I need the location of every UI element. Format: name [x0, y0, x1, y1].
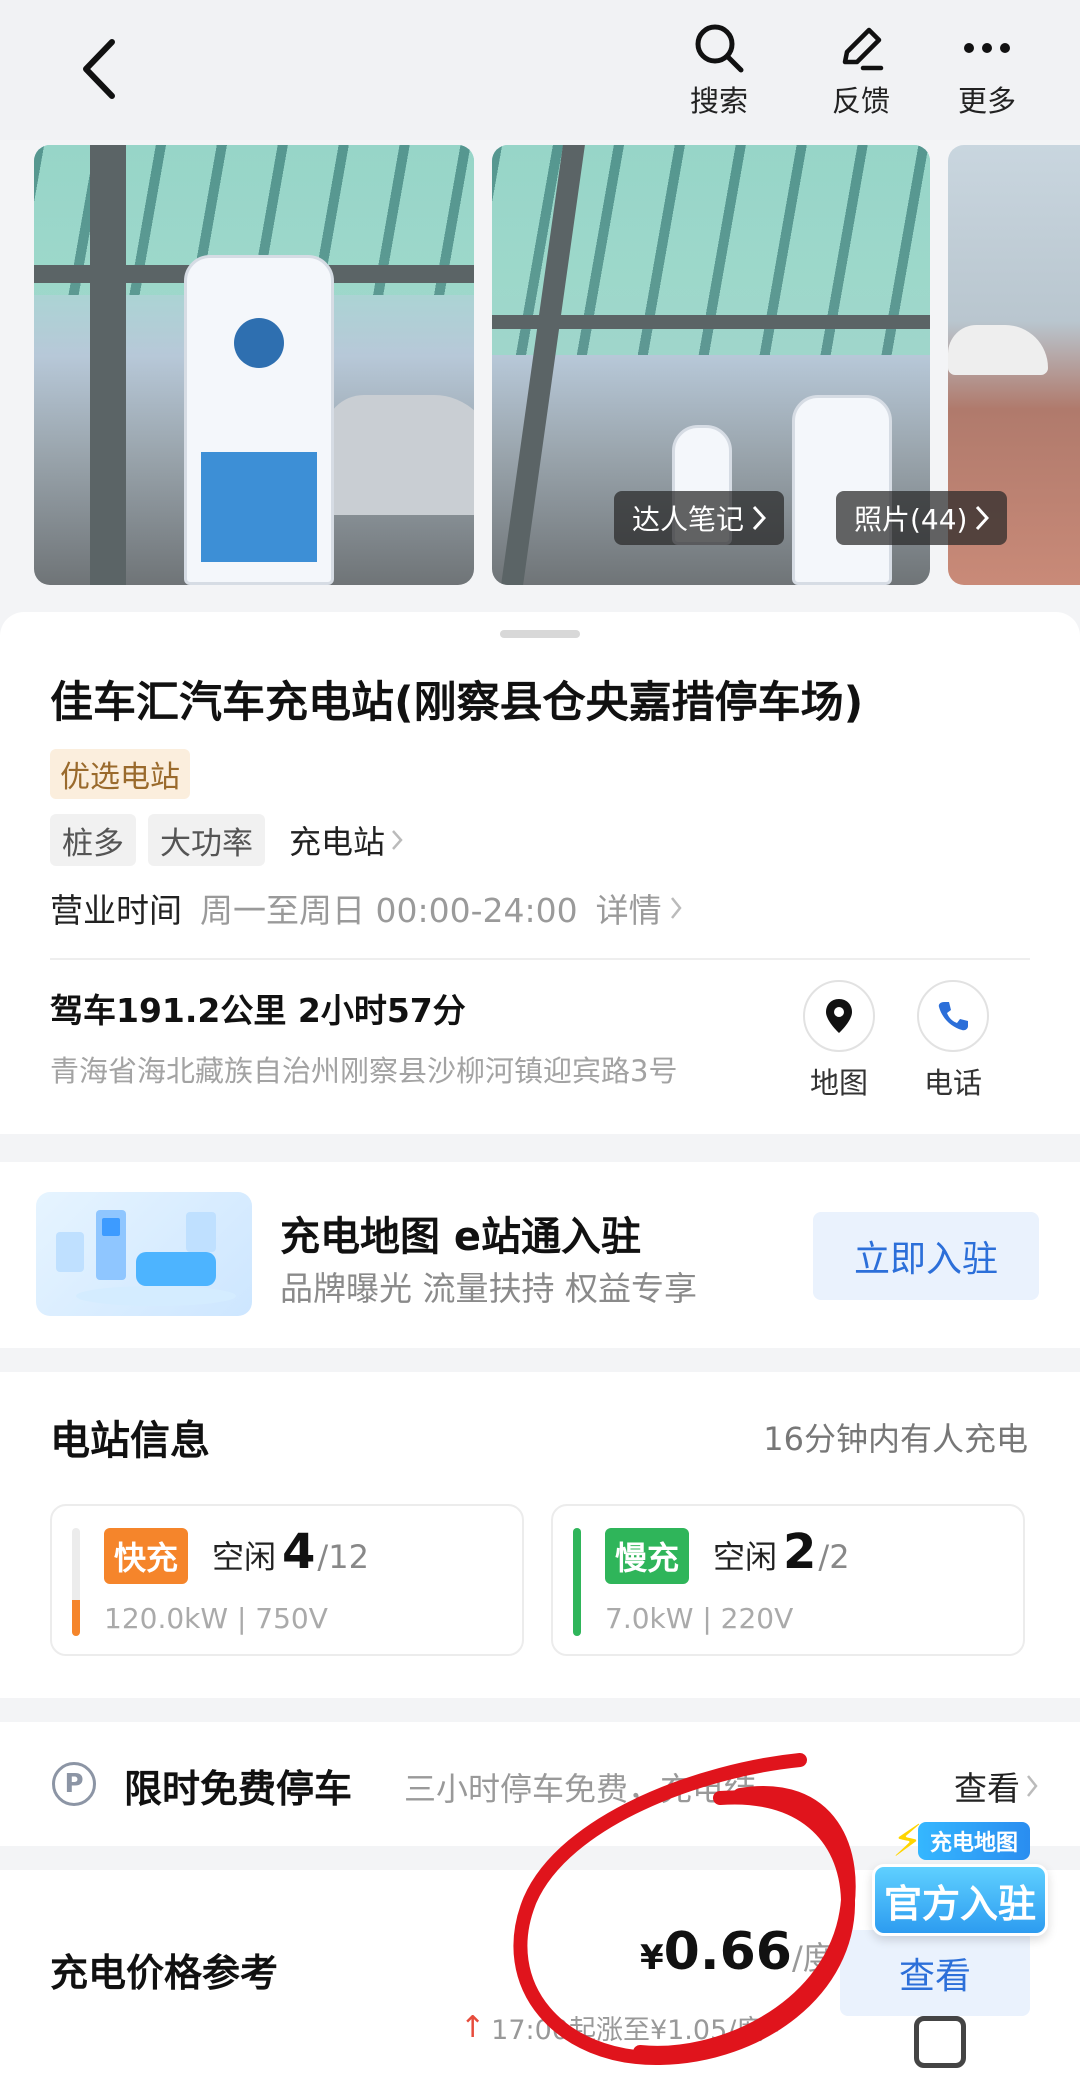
fast-charge-card[interactable]: 快充 空闲 4 /12 120.0kW | 750V: [50, 1504, 524, 1656]
price-rise-text: 17:00起涨至¥1.05/度: [491, 2015, 764, 2046]
more-button[interactable]: 更多: [932, 18, 1042, 118]
badge-main-label: 官方入驻: [872, 1864, 1048, 1936]
phone-label: 电话: [923, 1066, 982, 1100]
notes-link[interactable]: 达人笔记: [614, 491, 785, 545]
chevron-right-icon: [976, 505, 990, 531]
edit-icon: [842, 27, 884, 71]
notes-label: 达人笔记: [632, 503, 745, 536]
slow-charge-spec: 7.0kW | 220V: [605, 1602, 794, 1635]
idle-number: 4: [282, 1524, 316, 1580]
address[interactable]: 青海省海北藏族自治州刚察县沙柳河镇迎宾路3号: [50, 1048, 677, 1090]
feedback-label: 反馈: [831, 84, 890, 118]
map-label: 地图: [809, 1066, 868, 1100]
tag: 大功率: [148, 814, 265, 866]
station-detail-card: 佳车汇汽车充电站(刚察县仓央嘉措停车场) 优选电站 桩多 大功率 充电站 营业时…: [0, 612, 1080, 1134]
drive-info: 驾车191.2公里 2小时57分: [50, 991, 466, 1030]
price-number: 0.66: [663, 1922, 792, 1982]
chevron-right-icon: [1027, 1775, 1038, 1797]
search-label: 搜索: [689, 84, 748, 118]
total-number: /2: [818, 1538, 850, 1576]
availability-bar: [72, 1528, 80, 1636]
join-promo-banner[interactable]: 充电地图 e站通入驻 品牌曝光 流量扶持 权益专享 立即入驻: [0, 1162, 1080, 1348]
chevron-right-icon: [670, 897, 682, 919]
fast-charge-spec: 120.0kW | 750V: [104, 1602, 328, 1635]
chevron-right-icon: [392, 830, 403, 850]
idle-label: 空闲: [212, 1538, 277, 1576]
photos-count-link[interactable]: 照片(44): [836, 491, 1008, 545]
view-label: 查看: [954, 1769, 1020, 1808]
promo-subtitle: 品牌曝光 流量扶持 权益专享: [280, 1269, 697, 1308]
section-title: 电站信息: [50, 1418, 210, 1464]
price-rise-note[interactable]: ↑ 17:00起涨至¥1.05/度: [460, 2008, 785, 2047]
chevron-right-icon: [752, 505, 767, 531]
badge-top-label: 充电地图: [918, 1822, 1031, 1860]
station-title: 佳车汇汽车充电站(刚察县仓央嘉措停车场): [50, 678, 864, 728]
slow-idle-count: 空闲 2 /2: [713, 1524, 850, 1580]
station-info-section: 电站信息 16分钟内有人充电 快充 空闲 4 /12 120.0kW | 750…: [0, 1372, 1080, 1698]
tag: 桩多: [50, 814, 136, 866]
back-arrow-icon: [83, 39, 115, 99]
category-label: 充电站: [289, 823, 386, 861]
currency-symbol: ¥: [640, 1938, 664, 1978]
phone-button[interactable]: 电话: [908, 980, 998, 1102]
join-now-button[interactable]: 立即入驻: [813, 1212, 1039, 1300]
hours-value: 周一至周日 00:00-24:00: [200, 891, 578, 930]
top-bar: 搜索 反馈 更多: [0, 0, 1080, 140]
preferred-badge: 优选电站: [50, 749, 190, 799]
phone-icon: [938, 1002, 968, 1031]
drag-handle[interactable]: [500, 630, 580, 638]
parking-view-link[interactable]: 查看: [954, 1762, 1038, 1810]
fast-charge-badge: 快充: [104, 1528, 189, 1584]
tag-row: 桩多 大功率 充电站: [50, 814, 403, 866]
promo-title: 充电地图 e站通入驻: [280, 1214, 642, 1260]
price-title: 充电价格参考: [50, 1951, 279, 1995]
parking-icon: P: [52, 1762, 96, 1806]
more-label: 更多: [957, 84, 1016, 118]
parking-desc: 三小时停车免费，充电结...: [404, 1770, 787, 1808]
caret-down-icon: [770, 2023, 785, 2032]
official-join-badge[interactable]: ⚡ 充电地图 官方入驻: [872, 1816, 1048, 1946]
feedback-button[interactable]: 反馈: [806, 18, 916, 118]
parking-title: 限时免费停车: [124, 1767, 353, 1811]
station-photo[interactable]: [34, 145, 474, 585]
category-link[interactable]: 充电站: [289, 817, 403, 863]
location-pin-icon: [826, 999, 852, 1033]
hours-detail: 详情: [595, 891, 662, 930]
idle-label: 空闲: [713, 1538, 778, 1576]
more-icon: [964, 43, 1010, 53]
float-window-icon[interactable]: [914, 2016, 966, 2068]
search-icon: [695, 24, 744, 73]
photo-gallery[interactable]: 达人笔记 照片(44): [0, 145, 1080, 585]
total-number: /12: [317, 1538, 369, 1576]
fast-idle-count: 空闲 4 /12: [212, 1524, 369, 1580]
recent-charge-note: 16分钟内有人充电: [763, 1420, 1028, 1458]
photos-count-label: 照片(44): [854, 503, 968, 536]
price-unit: /度: [791, 1939, 835, 1977]
promo-illustration: [36, 1192, 252, 1316]
back-button[interactable]: [72, 34, 132, 104]
slow-charge-badge: 慢充: [605, 1528, 690, 1584]
business-hours[interactable]: 营业时间 周一至周日 00:00-24:00 详情: [50, 884, 682, 932]
price-value: ¥ 0.66 /度: [640, 1922, 835, 1982]
hours-label: 营业时间: [50, 891, 182, 930]
arrow-up-icon: ↑: [460, 2010, 486, 2045]
search-button[interactable]: 搜索: [664, 18, 774, 118]
map-button[interactable]: 地图: [794, 980, 884, 1102]
divider: [50, 958, 1030, 960]
idle-number: 2: [783, 1524, 817, 1580]
slow-charge-card[interactable]: 慢充 空闲 2 /2 7.0kW | 220V: [551, 1504, 1025, 1656]
availability-bar: [573, 1528, 581, 1636]
